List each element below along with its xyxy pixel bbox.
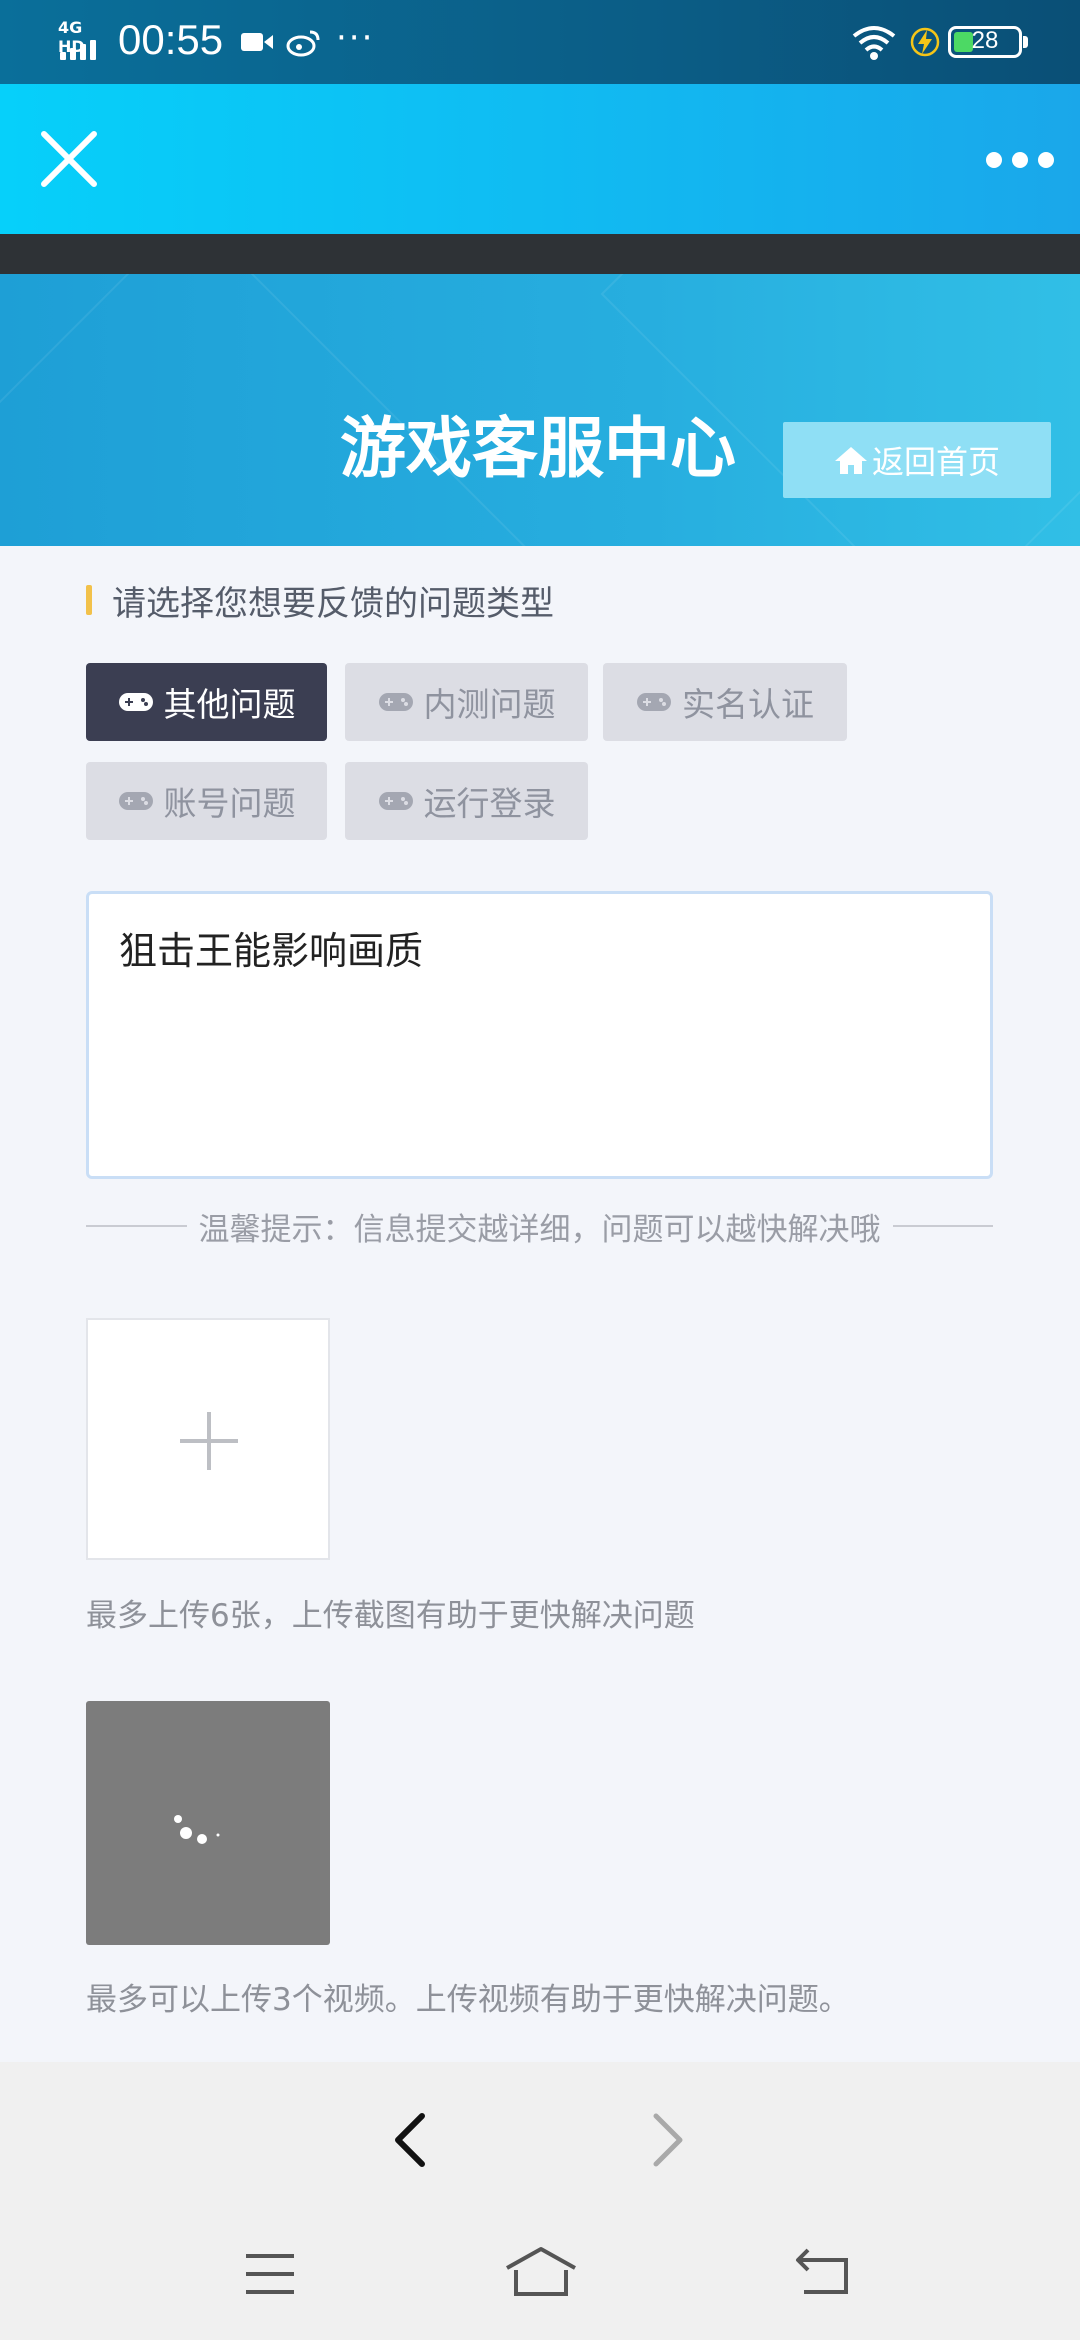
divider-strip — [0, 234, 1080, 274]
weibo-icon — [286, 30, 320, 57]
chip-account-issue[interactable]: 账号问题 — [86, 762, 327, 840]
image-upload-hint: 最多上传6张，上传截图有助于更快解决问题 — [86, 1598, 695, 1634]
more-notifications-icon: ··· — [336, 18, 375, 58]
chip-beta-issue[interactable]: 内测问题 — [345, 663, 588, 741]
gamepad-icon — [378, 792, 413, 810]
clock: 00:55 — [118, 16, 224, 63]
wifi-icon — [852, 26, 896, 60]
return-home-label: 返回首页 — [871, 443, 1000, 481]
section-title: 请选择您想要反馈的问题类型 — [86, 582, 554, 624]
gamepad-icon — [118, 693, 153, 711]
app-bar — [0, 84, 1080, 234]
page-title: 游戏客服中心 — [340, 410, 736, 487]
banner: 游戏客服中心 返回首页 — [0, 274, 1080, 546]
section-marker — [86, 585, 92, 615]
charging-icon — [910, 27, 940, 57]
gamepad-icon — [118, 792, 153, 810]
home-nav-icon[interactable] — [504, 2246, 578, 2298]
plus-icon — [180, 1412, 238, 1470]
tip-divider: 温馨提示：信息提交越详细，问题可以越快解决哦 — [86, 1204, 993, 1248]
add-image-button[interactable] — [86, 1318, 330, 1560]
status-bar: 4G HD 00:55 ··· 28 — [0, 0, 1080, 84]
return-home-button[interactable]: 返回首页 — [783, 422, 1051, 498]
chip-real-name[interactable]: 实名认证 — [603, 663, 847, 741]
return-icon[interactable] — [794, 2246, 852, 2296]
loading-spinner-icon — [174, 1815, 220, 1844]
description-input[interactable]: 狙击王能影响画质 — [86, 891, 993, 1179]
more-dots-icon[interactable] — [986, 152, 1054, 168]
close-icon[interactable] — [38, 128, 100, 190]
back-arrow-icon[interactable] — [390, 2112, 430, 2168]
forward-arrow-icon[interactable] — [648, 2112, 688, 2168]
video-upload-hint: 最多可以上传3个视频。上传视频有助于更快解决问题。 — [86, 1982, 850, 2018]
system-nav-bar — [0, 2212, 1080, 2340]
tip-text: 温馨提示：信息提交越详细，问题可以越快解决哦 — [198, 1211, 881, 1248]
battery-level: 28 — [971, 27, 999, 54]
chip-other-issue[interactable]: 其他问题 — [86, 663, 327, 741]
browser-nav-bar — [0, 2062, 1080, 2212]
battery-icon: 28 — [948, 26, 1028, 58]
gamepad-icon — [637, 693, 671, 711]
video-camera-icon — [241, 33, 273, 51]
menu-icon[interactable] — [244, 2252, 296, 2296]
gamepad-icon — [378, 693, 413, 711]
chip-login-issue[interactable]: 运行登录 — [345, 762, 588, 840]
video-upload-button[interactable] — [86, 1701, 330, 1945]
home-icon — [834, 447, 867, 474]
signal-icon: 4G HD — [58, 18, 108, 60]
